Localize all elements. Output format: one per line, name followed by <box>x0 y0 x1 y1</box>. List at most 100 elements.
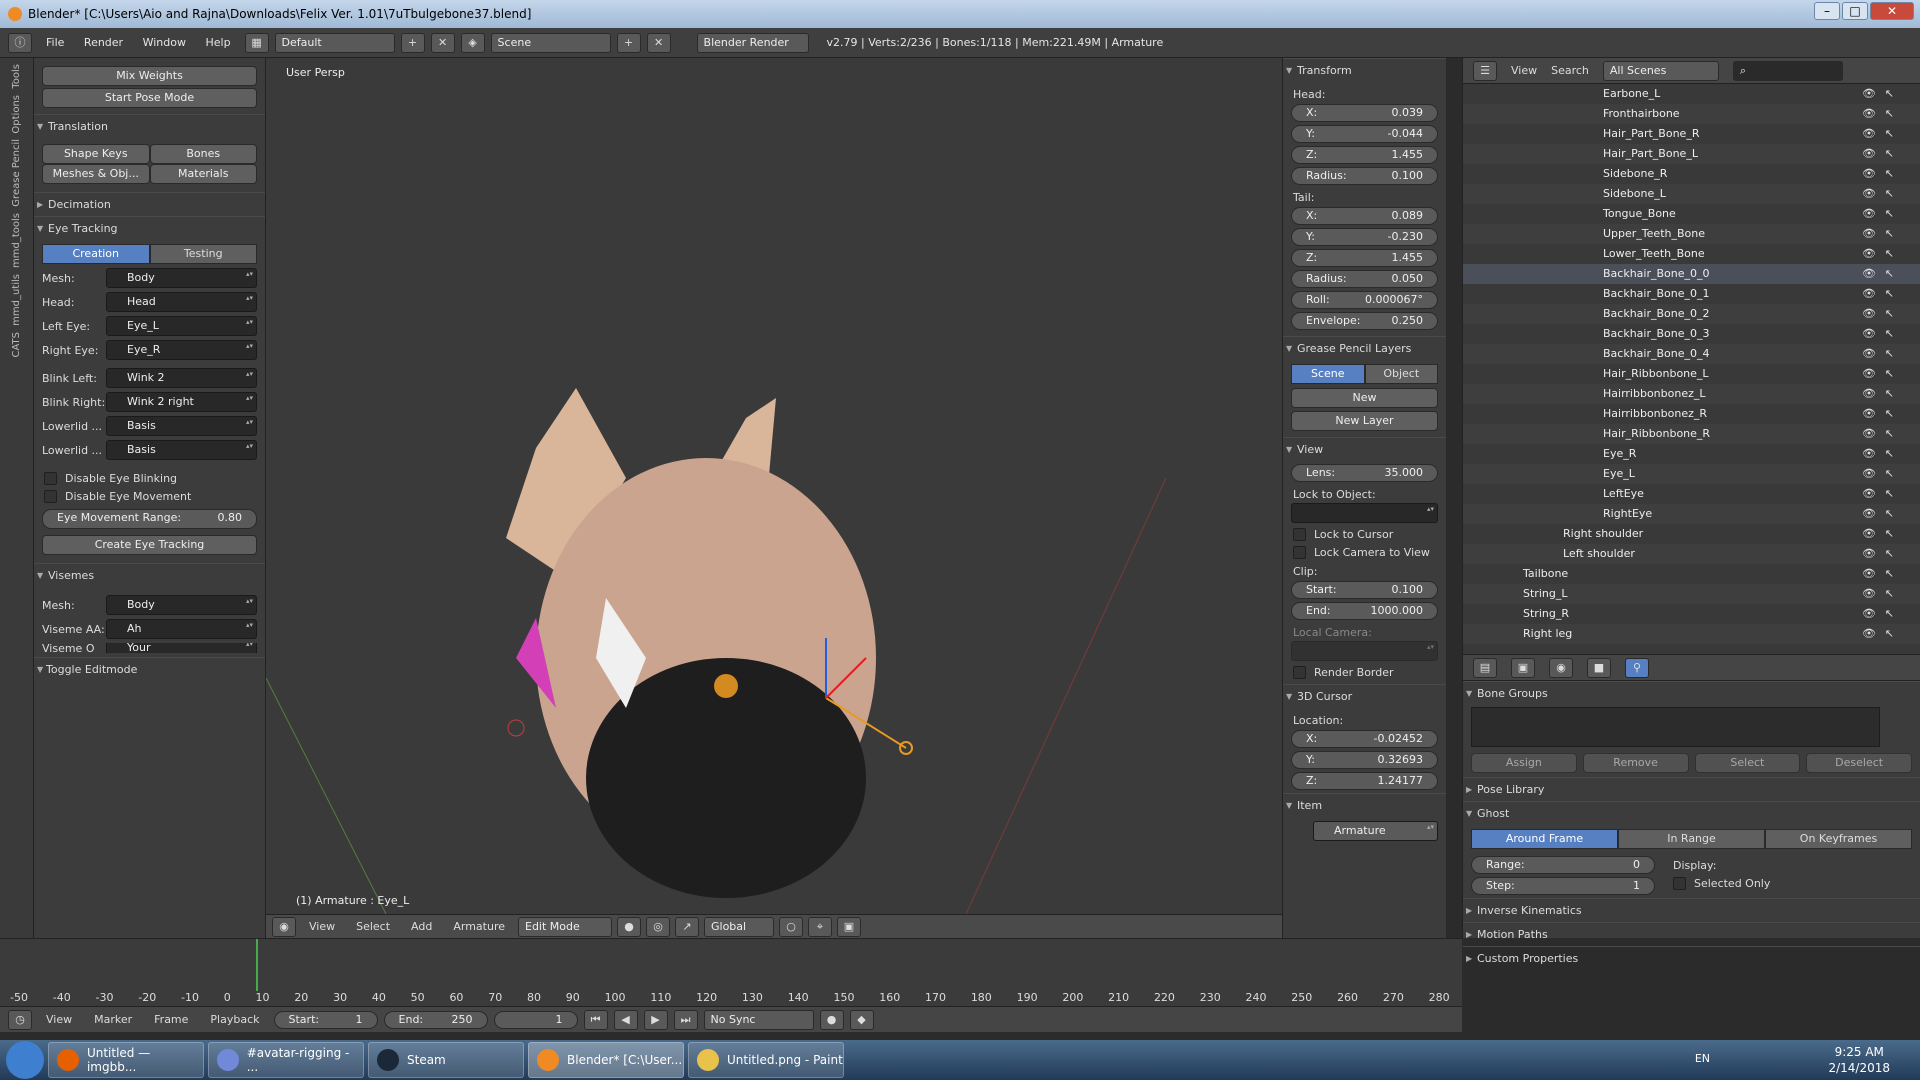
outliner-row[interactable]: Sidebone_L 👁 ↖ <box>1463 184 1920 204</box>
inverse-kinematics-header[interactable]: Inverse Kinematics <box>1463 898 1920 923</box>
bone-groups-list[interactable] <box>1471 707 1880 747</box>
envelope-field[interactable]: Envelope: 0.250 <box>1291 312 1438 330</box>
blink-left-dropdown[interactable]: Wink 2 <box>106 368 257 388</box>
visibility-eye-icon[interactable]: 👁 <box>1862 384 1876 404</box>
eye-tracking-panel-header[interactable]: Eye Tracking <box>34 216 265 241</box>
tl-menu-view[interactable]: View <box>46 1013 72 1026</box>
language-indicator[interactable]: EN <box>1695 1052 1710 1065</box>
item-panel-header[interactable]: Item <box>1283 793 1446 818</box>
head-x-field[interactable]: X: 0.039 <box>1291 104 1438 122</box>
outliner-row[interactable]: String_R 👁 ↖ <box>1463 604 1920 624</box>
blink-right-dropdown[interactable]: Wink 2 right <box>106 392 257 412</box>
visibility-eye-icon[interactable]: 👁 <box>1862 584 1876 604</box>
ghost-in-range-tab[interactable]: In Range <box>1618 829 1765 849</box>
outliner-row[interactable]: Backhair_Bone_0_1 👁 ↖ <box>1463 284 1920 304</box>
visibility-eye-icon[interactable]: 👁 <box>1862 204 1876 224</box>
menu-window[interactable]: Window <box>143 36 186 49</box>
head-z-field[interactable]: Z: 1.455 <box>1291 146 1438 164</box>
maximize-button[interactable]: □ <box>1842 2 1868 20</box>
add-layout-icon[interactable]: + <box>400 32 425 53</box>
bone-tab-icon[interactable]: ⚲ <box>1625 657 1649 678</box>
display-mode-select[interactable]: All Scenes <box>1602 60 1719 81</box>
translation-panel-header[interactable]: Translation <box>34 114 265 139</box>
visibility-eye-icon[interactable]: 👁 <box>1862 104 1876 124</box>
visibility-eye-icon[interactable]: 👁 <box>1862 444 1876 464</box>
motion-paths-header[interactable]: Motion Paths <box>1463 922 1920 947</box>
3d-viewport[interactable]: User Persp (1) Armature : Eye_L <box>266 58 1282 914</box>
materials-button[interactable]: Materials <box>149 164 257 184</box>
lock-object-field[interactable] <box>1291 503 1438 523</box>
ghost-range-field[interactable]: Range: 0 <box>1471 856 1655 874</box>
ghost-on-keyframes-tab[interactable]: On Keyframes <box>1765 829 1912 849</box>
outliner-row[interactable]: Eye_L 👁 ↖ <box>1463 464 1920 484</box>
vp-menu-view[interactable]: View <box>309 920 335 933</box>
selectable-arrow-icon[interactable]: ↖ <box>1885 224 1894 244</box>
snap-icon[interactable]: ⌖ <box>808 916 832 937</box>
outliner-row[interactable]: Tongue_Bone 👁 ↖ <box>1463 204 1920 224</box>
selected-only-checkbox[interactable]: Selected Only <box>1673 877 1770 890</box>
end-frame-field[interactable]: End: 250 <box>383 1010 488 1029</box>
selectable-arrow-icon[interactable]: ↖ <box>1885 284 1894 304</box>
close-button[interactable]: ✕ <box>1870 2 1914 20</box>
selectable-arrow-icon[interactable]: ↖ <box>1885 84 1894 104</box>
add-scene-icon[interactable]: + <box>616 32 641 53</box>
menu-help[interactable]: Help <box>205 36 230 49</box>
shape-keys-button[interactable]: Shape Keys <box>42 144 150 164</box>
visibility-eye-icon[interactable]: 👁 <box>1862 604 1876 624</box>
sync-select[interactable]: No Sync <box>703 1009 814 1030</box>
cursor-z-field[interactable]: Z: 1.24177 <box>1291 772 1438 790</box>
selectable-arrow-icon[interactable]: ↖ <box>1885 304 1894 324</box>
head-dropdown[interactable]: Head <box>106 292 257 312</box>
remove-scene-icon[interactable]: ✕ <box>646 32 671 53</box>
jump-start-icon[interactable]: ⏮ <box>583 1009 608 1030</box>
system-clock[interactable]: 9:25 AM 2/14/2018 <box>1828 1044 1890 1076</box>
lowerlid-left-dropdown[interactable]: Basis <box>106 416 257 436</box>
current-frame-marker[interactable] <box>256 939 258 991</box>
disable-eye-movement-checkbox[interactable]: Disable Eye Movement <box>44 490 255 503</box>
selectable-arrow-icon[interactable]: ↖ <box>1885 604 1894 624</box>
mix-weights-button[interactable]: Mix Weights <box>42 66 257 86</box>
cursor-y-field[interactable]: Y: 0.32693 <box>1291 751 1438 769</box>
toggle-editmode-header[interactable]: Toggle Editmode <box>34 657 265 682</box>
visibility-eye-icon[interactable]: 👁 <box>1862 364 1876 384</box>
selectable-arrow-icon[interactable]: ↖ <box>1885 564 1894 584</box>
visibility-eye-icon[interactable]: 👁 <box>1862 544 1876 564</box>
viseme-mesh-dropdown[interactable]: Body <box>106 595 257 615</box>
gp-tab-scene[interactable]: Scene <box>1291 364 1365 384</box>
taskbar-discord[interactable]: #avatar-rigging - ... <box>208 1042 364 1078</box>
shading-icon[interactable]: ● <box>617 916 641 937</box>
tail-x-field[interactable]: X: 0.089 <box>1291 207 1438 225</box>
tl-menu-frame[interactable]: Frame <box>154 1013 188 1026</box>
menu-render[interactable]: Render <box>84 36 123 49</box>
selectable-arrow-icon[interactable]: ↖ <box>1885 544 1894 564</box>
visibility-eye-icon[interactable]: 👁 <box>1862 484 1876 504</box>
tab-grease-pencil[interactable]: Grease Pencil <box>11 139 22 207</box>
vp-menu-add[interactable]: Add <box>411 920 432 933</box>
start-pose-mode-button[interactable]: Start Pose Mode <box>42 88 257 108</box>
tail-y-field[interactable]: Y: -0.230 <box>1291 228 1438 246</box>
selectable-arrow-icon[interactable]: ↖ <box>1885 164 1894 184</box>
visemes-panel-header[interactable]: Visemes <box>34 563 265 588</box>
render-preview-icon[interactable]: ▣ <box>837 916 861 937</box>
gp-new-layer-button[interactable]: New Layer <box>1291 411 1438 431</box>
selectable-arrow-icon[interactable]: ↖ <box>1885 264 1894 284</box>
tl-menu-marker[interactable]: Marker <box>94 1013 132 1026</box>
select-button[interactable]: Select <box>1694 753 1801 773</box>
timeline-editor-icon[interactable]: ◷ <box>8 1009 32 1030</box>
head-radius-field[interactable]: Radius: 0.100 <box>1291 167 1438 185</box>
object-tab-icon[interactable]: ■ <box>1587 657 1611 678</box>
vp-menu-select[interactable]: Select <box>356 920 390 933</box>
selectable-arrow-icon[interactable]: ↖ <box>1885 124 1894 144</box>
3d-cursor-panel-header[interactable]: 3D Cursor <box>1283 684 1446 709</box>
selectable-arrow-icon[interactable]: ↖ <box>1885 324 1894 344</box>
outliner-row[interactable]: Hair_Ribbonbone_L 👁 ↖ <box>1463 364 1920 384</box>
pose-library-header[interactable]: Pose Library <box>1463 777 1920 802</box>
minimize-button[interactable]: – <box>1814 2 1840 20</box>
layout-select[interactable]: Default <box>274 32 395 53</box>
left-eye-dropdown[interactable]: Eye_L <box>106 316 257 336</box>
visibility-eye-icon[interactable]: 👁 <box>1862 344 1876 364</box>
jump-end-icon[interactable]: ⏭ <box>673 1009 698 1030</box>
outliner-row[interactable]: Upper_Teeth_Bone 👁 ↖ <box>1463 224 1920 244</box>
orientation-select[interactable]: Global <box>704 916 774 937</box>
right-eye-dropdown[interactable]: Eye_R <box>106 340 257 360</box>
